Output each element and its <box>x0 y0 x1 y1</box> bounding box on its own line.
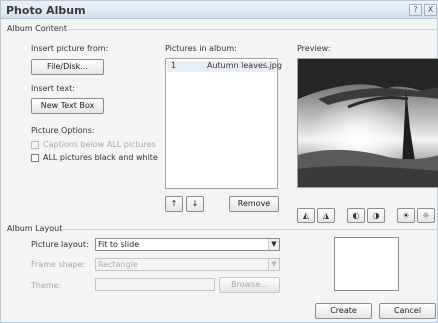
picture-layout-label: Picture layout: <box>31 240 89 249</box>
frame-shape-select[interactable]: Rectangle ▼ <box>95 258 280 271</box>
rotate-left-icon[interactable]: ◭ <box>297 208 315 223</box>
browse-button[interactable]: Browse... <box>219 277 280 293</box>
album-layout-group-label: Album Layout <box>7 224 63 233</box>
new-text-box-button[interactable]: New Text Box <box>31 98 104 114</box>
picture-options-label: Picture Options: <box>31 126 95 135</box>
help-button[interactable]: ? <box>409 4 422 16</box>
captions-below-checkbox[interactable] <box>31 141 39 149</box>
create-button[interactable]: Create <box>315 303 372 319</box>
preview-image <box>298 59 438 187</box>
preview-label: Preview: <box>297 44 331 53</box>
move-down-button[interactable]: ↓ <box>186 196 204 212</box>
title-bar: Photo Album ? X <box>1 1 438 19</box>
move-up-button[interactable]: ↑ <box>165 196 183 212</box>
chevron-down-icon: ▼ <box>268 239 279 250</box>
picture-layout-value: Fit to slide <box>98 240 140 249</box>
photo-album-dialog: Photo Album ? X Album Content Insert pic… <box>0 0 438 323</box>
album-content-group-label: Album Content <box>7 24 67 33</box>
list-item[interactable]: 1 Autumn leaves.jpg <box>167 61 282 72</box>
brightness-up-icon[interactable]: ☀ <box>397 208 415 223</box>
insert-picture-from-label: Insert picture from: <box>31 44 109 53</box>
insert-text-label: Insert text: <box>31 84 75 93</box>
cancel-button[interactable]: Cancel <box>379 303 436 319</box>
chevron-down-icon: ▼ <box>268 259 279 270</box>
frame-shape-preview <box>334 237 399 291</box>
black-and-white-label: ALL pictures black and white <box>43 153 158 162</box>
remove-button[interactable]: Remove <box>229 196 279 212</box>
album-layout-divider <box>61 229 437 230</box>
close-button[interactable]: X <box>424 4 437 16</box>
dialog-title: Photo Album <box>6 4 86 17</box>
picture-index: 1 <box>171 61 177 70</box>
file-disk-button[interactable]: File/Disk... <box>31 59 104 75</box>
frame-shape-value: Rectangle <box>98 260 138 269</box>
album-content-divider <box>65 29 437 30</box>
rotate-right-icon[interactable]: ◮ <box>317 208 335 223</box>
black-and-white-checkbox[interactable] <box>31 154 39 162</box>
picture-layout-select[interactable]: Fit to slide ▼ <box>95 238 280 251</box>
contrast-down-icon[interactable]: ◑ <box>367 208 385 223</box>
pictures-list[interactable]: 1 Autumn leaves.jpg <box>165 58 282 189</box>
pictures-in-album-label: Pictures in album: <box>165 44 237 53</box>
theme-field[interactable] <box>95 278 215 291</box>
frame-shape-label: Frame shape: <box>31 260 86 269</box>
contrast-up-icon[interactable]: ◐ <box>347 208 365 223</box>
picture-name: Autumn leaves.jpg <box>207 61 282 70</box>
picture-preview <box>297 58 438 188</box>
captions-below-label: Captions below ALL pictures <box>43 140 156 149</box>
theme-label: Theme: <box>31 281 62 290</box>
brightness-down-icon[interactable]: ☼ <box>417 208 435 223</box>
